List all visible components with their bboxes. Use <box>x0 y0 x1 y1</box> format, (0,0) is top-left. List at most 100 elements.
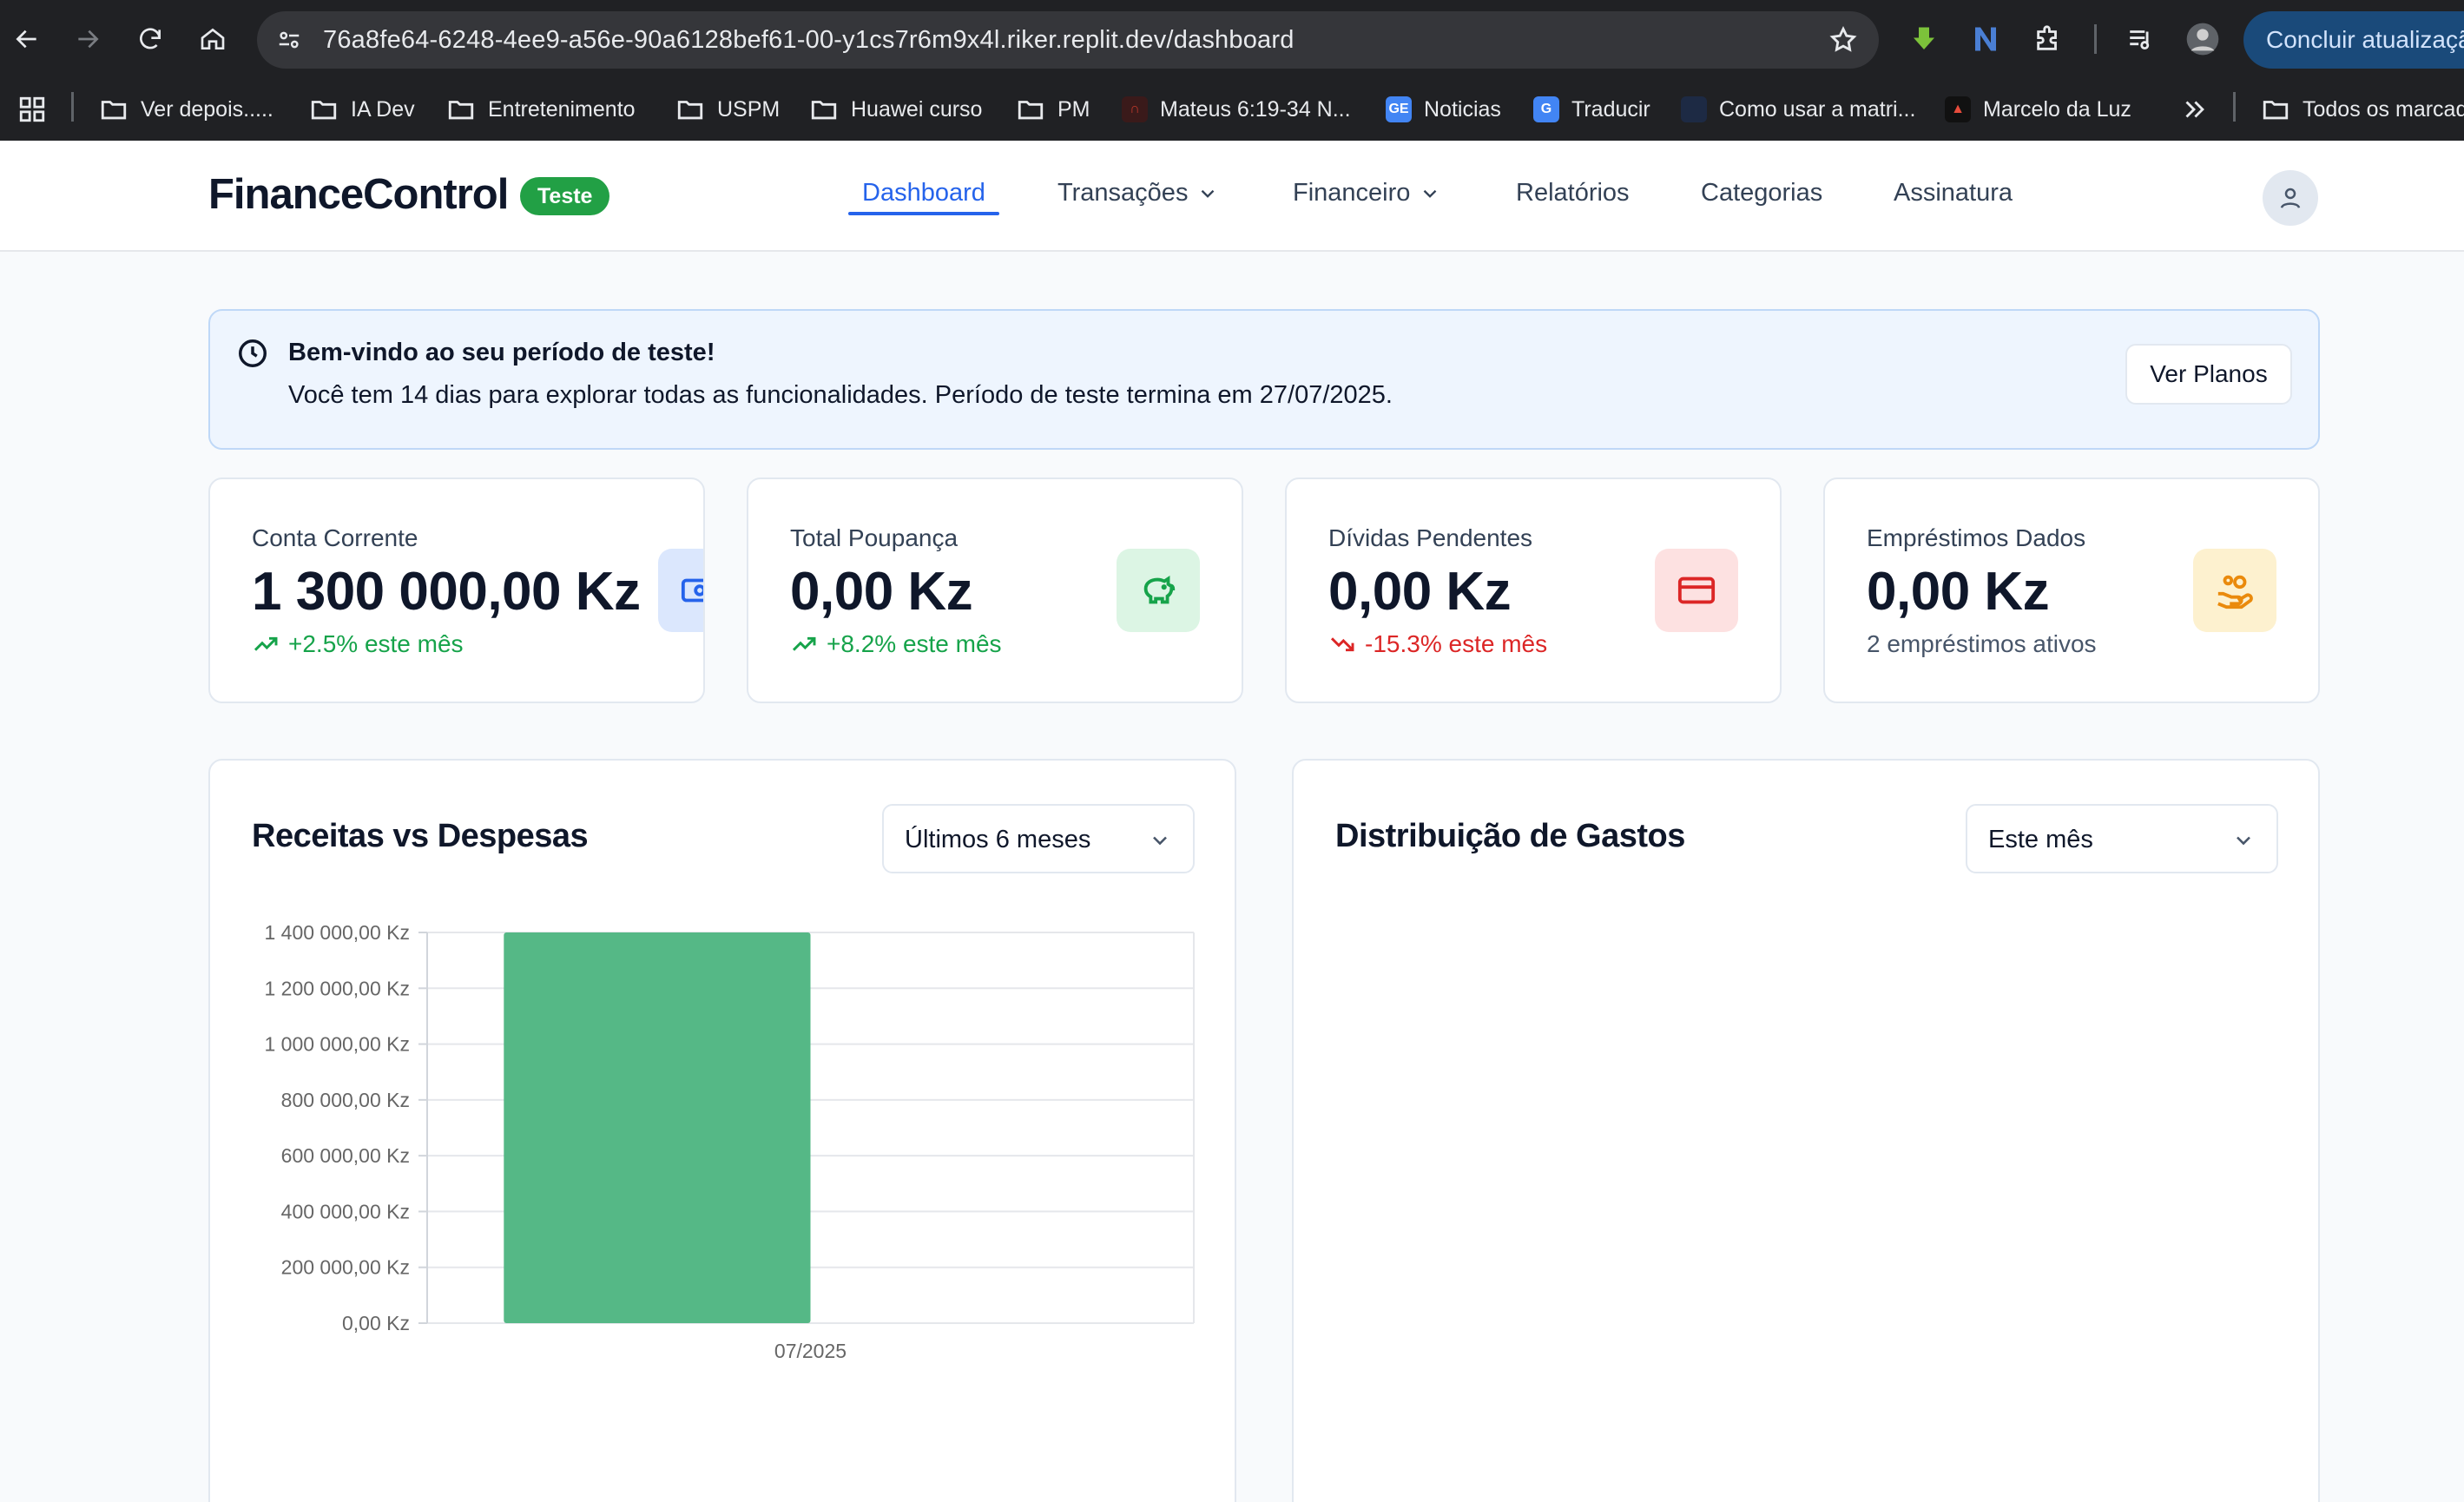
trial-banner: Bem-vindo ao seu período de teste! Você … <box>208 309 2320 450</box>
bookmark-mateus[interactable]: ∩ Mateus 6:19-34 N... <box>1122 92 1351 127</box>
bookmark-ver-depois[interactable]: Ver depois..... <box>99 92 273 127</box>
brand-logo[interactable]: FinanceControl <box>208 170 509 219</box>
browser-chrome: 76a8fe64-6248-4ee9-a56e-90a6128bef61-00-… <box>0 0 2464 141</box>
more-bookmarks-button[interactable] <box>2179 92 2209 127</box>
back-button[interactable] <box>7 19 47 59</box>
bookmark-star-icon[interactable] <box>1828 25 1858 55</box>
browser-toolbar: 76a8fe64-6248-4ee9-a56e-90a6128bef61-00-… <box>0 0 2464 78</box>
site-favicon <box>1681 96 1707 122</box>
stat-card-dividas-pendentes: Dívidas Pendentes 0,00 Kz -15.3% este mê… <box>1285 478 1782 703</box>
bookmark-huawei-curso[interactable]: Huawei curso <box>809 92 982 127</box>
stat-trend-text: +2.5% este mês <box>288 630 464 657</box>
apps-grid-icon[interactable] <box>17 92 47 127</box>
nav-assinatura[interactable]: Assinatura <box>1894 179 2013 208</box>
banner-text: Você tem 14 dias para explorar todas as … <box>288 381 1393 409</box>
url-text[interactable]: 76a8fe64-6248-4ee9-a56e-90a6128bef61-00-… <box>323 26 1295 55</box>
banknote-icon <box>681 578 703 603</box>
stat-trend: +8.2% este mês <box>790 630 1002 658</box>
n-extension-icon[interactable] <box>1967 21 2004 57</box>
panel-title: Receitas vs Despesas <box>252 818 589 854</box>
bookmark-traducir[interactable]: G Traducir <box>1533 92 1650 127</box>
profile-avatar-icon[interactable] <box>2184 21 2221 57</box>
bookmark-label: Entretenimento <box>488 96 636 122</box>
income-expense-panel: Receitas vs Despesas Últimos 6 meses 0,0… <box>208 759 1236 1502</box>
active-nav-indicator <box>848 212 999 215</box>
bookmark-label: Traducir <box>1571 96 1650 122</box>
address-bar[interactable]: 76a8fe64-6248-4ee9-a56e-90a6128bef61-00-… <box>257 11 1879 69</box>
forward-button[interactable] <box>68 19 108 59</box>
stat-trend: -15.3% este mês <box>1328 630 1547 658</box>
stat-label: Dívidas Pendentes <box>1328 524 1533 551</box>
bookmark-label: PM <box>1057 96 1090 122</box>
bookmark-como-usar[interactable]: Como usar a matri... <box>1681 92 1915 127</box>
stat-value: 0,00 Kz <box>1867 562 2050 622</box>
stat-value: 0,00 Kz <box>790 562 973 622</box>
stat-trend: 2 empréstimos ativos <box>1867 630 2097 658</box>
stat-label: Total Poupança <box>790 524 959 551</box>
user-icon <box>2280 188 2301 208</box>
chevron-down-icon <box>1153 836 1167 846</box>
toolbar-separator <box>2094 24 2097 54</box>
stat-trend-text: -15.3% este mês <box>1365 630 1548 657</box>
bookmark-label: Como usar a matri... <box>1719 96 1916 122</box>
period-select[interactable]: Últimos 6 meses <box>882 804 1195 873</box>
select-value: Últimos 6 meses <box>905 826 1091 853</box>
stat-icon-box <box>1655 549 1738 632</box>
plan-badge: Teste <box>520 177 610 215</box>
folder-icon <box>311 101 337 120</box>
chevron-double-right-icon <box>2185 101 2204 118</box>
reload-button[interactable] <box>130 19 170 59</box>
folder-icon <box>448 101 474 120</box>
nav-categorias[interactable]: Categorias <box>1701 179 1822 208</box>
bookmark-uspm[interactable]: USPM <box>675 92 780 127</box>
home-button[interactable] <box>193 19 233 59</box>
banner-title: Bem-vindo ao seu período de teste! <box>288 339 715 366</box>
stat-card-emprestimos-dados: Empréstimos Dados 0,00 Kz 2 empréstimos … <box>1823 478 2320 703</box>
puzzle-extensions-icon[interactable] <box>2030 21 2066 57</box>
download-extension-icon[interactable] <box>1906 21 1942 57</box>
update-button[interactable]: Concluir atualização <box>2243 11 2464 69</box>
trending-up-icon <box>254 636 278 651</box>
bookmarks-separator <box>2233 92 2236 122</box>
bookmark-todos-marcadores[interactable]: Todos os marcadores <box>2261 92 2464 127</box>
nav-label: Financeiro <box>1293 179 1411 207</box>
y-tick-label: 1 400 000,00 Kz <box>264 921 410 944</box>
x-tick-label: 07/2025 <box>774 1340 847 1362</box>
site-settings-icon[interactable] <box>273 23 306 56</box>
user-menu-button[interactable] <box>2263 170 2318 226</box>
media-queue-icon[interactable] <box>2123 21 2159 57</box>
stat-value: 0,00 Kz <box>1328 562 1512 622</box>
stat-value: 1 300 000,00 Kz <box>252 562 641 622</box>
trending-up-icon <box>792 636 816 651</box>
arrow-right-icon <box>78 30 99 49</box>
folder-icon <box>811 101 837 120</box>
nav-transacoes[interactable]: Transações <box>1057 179 1219 208</box>
ver-planos-button[interactable]: Ver Planos <box>2125 344 2292 405</box>
bookmark-marcelo-da-luz[interactable]: ▲ Marcelo da Luz <box>1945 92 2131 127</box>
nav-dashboard[interactable]: Dashboard <box>862 179 985 208</box>
bookmark-entretenimento[interactable]: Entretenimento <box>446 92 636 127</box>
bookmark-label: IA Dev <box>351 96 415 122</box>
y-tick-label: 200 000,00 Kz <box>281 1256 410 1279</box>
nav-relatorios[interactable]: Relatórios <box>1516 179 1630 208</box>
folder-icon <box>677 101 703 120</box>
panel-title: Distribuição de Gastos <box>1335 818 1685 854</box>
bookmark-ia-dev[interactable]: IA Dev <box>309 92 415 127</box>
bookmark-label: USPM <box>717 96 781 122</box>
nav-financeiro[interactable]: Financeiro <box>1293 179 1441 208</box>
y-tick-label: 400 000,00 Kz <box>281 1200 410 1222</box>
stat-card-conta-corrente: Conta Corrente 1 300 000,00 Kz +2.5% est… <box>208 478 705 703</box>
folder-icon <box>101 101 127 120</box>
spending-distribution-panel: Distribuição de Gastos Este mês <box>1292 759 2320 1502</box>
reload-icon <box>140 28 161 49</box>
bar-receitas <box>504 932 811 1323</box>
bookmark-pm[interactable]: PM <box>1016 92 1090 127</box>
bookmark-noticias[interactable]: GE Noticias <box>1386 92 1501 127</box>
stat-card-total-poupanca: Total Poupança 0,00 Kz +8.2% este mês <box>747 478 1243 703</box>
y-tick-label: 1 000 000,00 Kz <box>264 1033 410 1056</box>
hand-coins-icon <box>2217 575 2253 609</box>
stat-label: Empréstimos Dados <box>1867 524 2086 551</box>
period-select[interactable]: Este mês <box>1966 804 2278 873</box>
nav-label: Dashboard <box>862 179 985 207</box>
app-header: FinanceControl Teste Dashboard Transaçõe… <box>0 141 2464 252</box>
